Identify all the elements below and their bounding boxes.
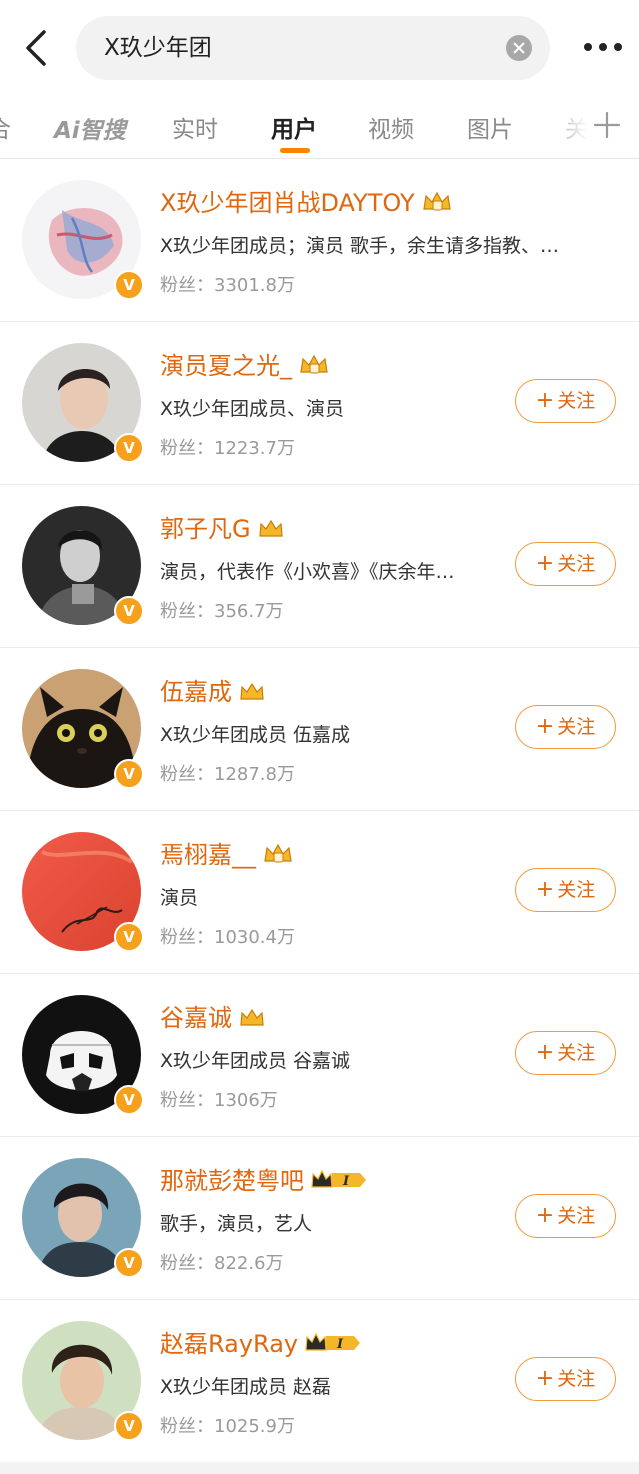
list-item[interactable]: V 伍嘉成 X玖少年团成员 伍嘉成 粉丝：1287.8万 + 关注 [0, 648, 639, 811]
user-fans: 粉丝：3301.8万 [160, 275, 295, 296]
tab-fade [540, 96, 600, 158]
crown-icon [238, 1006, 266, 1034]
verified-v-icon: V [114, 1248, 144, 1278]
search-tabs: 合 Ai智搜 实时 用户 视频 图片 关 [0, 96, 639, 158]
list-item[interactable]: V 焉栩嘉__ 演员 粉丝：1030.4万 + 关注 [0, 811, 639, 974]
top-bar: X玖少年团 [0, 0, 639, 96]
user-description: 歌手，演员，艺人 [160, 1213, 313, 1235]
list-item[interactable]: V X玖少年团肖战DAYTOY X玖少年团成员；演员 歌手，余生请多指教、… 粉… [0, 159, 639, 322]
back-arrow-icon[interactable] [16, 26, 60, 70]
crown-icon: I [304, 1330, 362, 1360]
user-fans: 粉丝：1287.8万 [160, 764, 295, 785]
user-name: 焉栩嘉__ [160, 835, 294, 871]
list-item[interactable]: V 谷嘉诚 X玖少年团成员 谷嘉诚 粉丝：1306万 + 关注 [0, 974, 639, 1137]
follow-button[interactable]: + 关注 [515, 379, 616, 423]
follow-button[interactable]: + 关注 [515, 1357, 616, 1401]
user-name: 那就彭楚粤吧 I [160, 1161, 368, 1197]
svg-text:I: I [336, 1337, 344, 1352]
user-description: 演员 [160, 887, 199, 909]
list-item[interactable]: V 演员夏之光_ X玖少年团成员、演员 粉丝：1223.7万 + 关注 [0, 322, 639, 485]
verified-v-icon: V [114, 1085, 144, 1115]
crown-icon [238, 680, 266, 708]
svg-text:I: I [342, 1174, 350, 1189]
tab-partial-left[interactable]: 合 [0, 110, 11, 144]
user-name: 谷嘉诚 [160, 998, 266, 1034]
follow-button[interactable]: + 关注 [515, 1031, 616, 1075]
verified-v-icon: V [114, 922, 144, 952]
user-fans: 粉丝：1223.7万 [160, 438, 295, 459]
user-description: X玖少年团成员 伍嘉成 [160, 724, 351, 746]
add-tab-icon[interactable] [592, 110, 622, 140]
tab-videos[interactable]: 视频 [368, 110, 414, 144]
verified-v-icon: V [114, 433, 144, 463]
user-fans: 粉丝：1025.9万 [160, 1416, 295, 1437]
list-item[interactable]: V 那就彭楚粤吧 I 歌手，演员，艺人 粉丝：822.6万 + 关注 [0, 1137, 639, 1300]
list-item[interactable]: V 赵磊RayRay I X玖少年团成员 赵磊 粉丝：1025.9万 + 关注 [0, 1300, 639, 1463]
user-name: 演员夏之光_ [160, 346, 330, 382]
tab-images[interactable]: 图片 [467, 110, 513, 144]
user-fans: 粉丝：356.7万 [160, 601, 284, 622]
tab-ai-search[interactable]: Ai智搜 [54, 111, 126, 145]
follow-button[interactable]: + 关注 [515, 705, 616, 749]
bottom-edge [0, 1462, 639, 1474]
user-description: 演员，代表作《小欢喜》《庆余年… [160, 561, 455, 583]
verified-v-icon: V [114, 759, 144, 789]
crown-icon: I [310, 1167, 368, 1197]
user-fans: 粉丝：1306万 [160, 1090, 278, 1111]
user-list: V X玖少年团肖战DAYTOY X玖少年团成员；演员 歌手，余生请多指教、… 粉… [0, 159, 639, 1463]
user-description: X玖少年团成员 谷嘉诚 [160, 1050, 351, 1072]
verified-v-icon: V [114, 270, 144, 300]
crown-icon [257, 517, 285, 545]
crown-icon [298, 352, 330, 382]
verified-v-icon: V [114, 596, 144, 626]
search-input[interactable]: X玖少年团 [76, 16, 550, 80]
follow-button[interactable]: + 关注 [515, 868, 616, 912]
tab-realtime[interactable]: 实时 [172, 110, 218, 144]
more-icon[interactable] [580, 36, 626, 58]
user-description: X玖少年团成员 赵磊 [160, 1376, 332, 1398]
user-name: 赵磊RayRay I [160, 1324, 362, 1360]
user-name: 伍嘉成 [160, 672, 266, 708]
crown-icon [262, 841, 294, 871]
search-query: X玖少年团 [104, 35, 212, 61]
follow-button[interactable]: + 关注 [515, 542, 616, 586]
user-fans: 粉丝：1030.4万 [160, 927, 295, 948]
crown-icon [421, 189, 453, 219]
user-description: X玖少年团成员；演员 歌手，余生请多指教、… [160, 235, 560, 257]
list-item[interactable]: V 郭子凡G 演员，代表作《小欢喜》《庆余年… 粉丝：356.7万 + 关注 [0, 485, 639, 648]
user-fans: 粉丝：822.6万 [160, 1253, 284, 1274]
user-description: X玖少年团成员、演员 [160, 398, 345, 420]
tab-users[interactable]: 用户 [271, 110, 317, 144]
user-name: X玖少年团肖战DAYTOY [160, 183, 453, 219]
clear-icon[interactable] [506, 35, 532, 61]
active-tab-indicator [280, 148, 310, 153]
user-name: 郭子凡G [160, 509, 285, 545]
verified-v-icon: V [114, 1411, 144, 1441]
follow-button[interactable]: + 关注 [515, 1194, 616, 1238]
